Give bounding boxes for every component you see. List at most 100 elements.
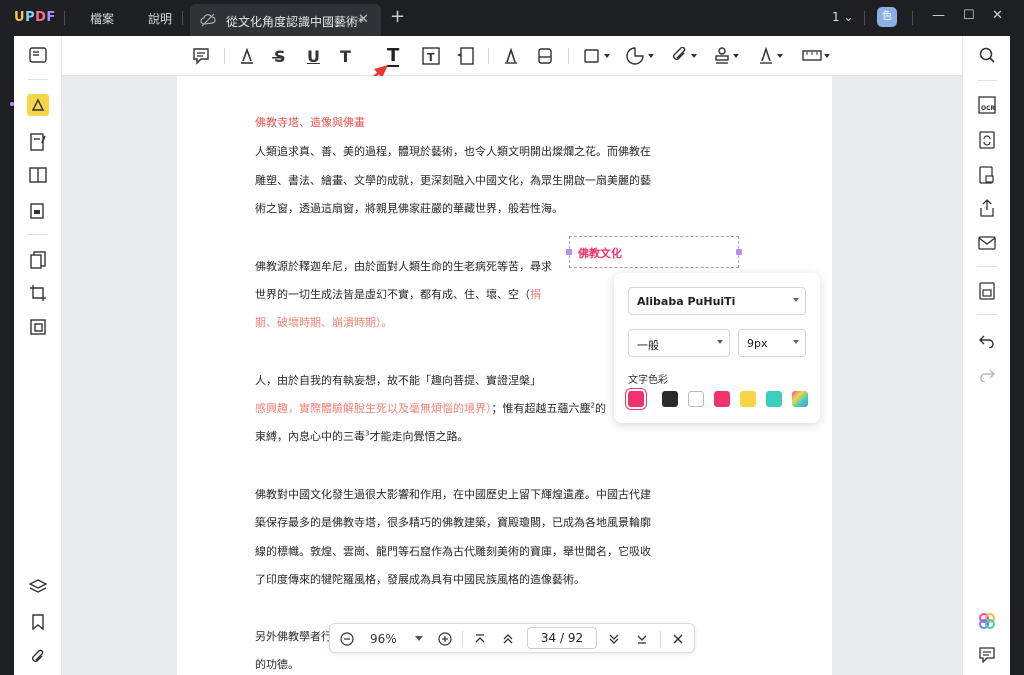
divider [977, 266, 997, 267]
redo-icon[interactable] [976, 364, 998, 386]
zoom-in-icon[interactable] [436, 630, 454, 648]
zoom-dropdown-icon[interactable] [414, 630, 424, 648]
text-segment: 才能走向覺悟之路。 [369, 430, 469, 443]
sticker-icon[interactable] [626, 45, 656, 67]
resize-handle[interactable] [736, 249, 742, 255]
first-page-icon[interactable] [472, 630, 488, 648]
font-size-value: 9px [747, 337, 768, 350]
next-page-icon[interactable] [606, 630, 622, 648]
stamp-icon[interactable] [714, 45, 742, 67]
text-callout-icon[interactable] [456, 45, 474, 67]
text-segment: 束縛，內息心中的三毒 [255, 430, 365, 443]
strikethrough-icon[interactable]: S̶ [274, 45, 286, 67]
shape-icon[interactable] [584, 45, 612, 67]
text-line: 世界的一切生成法皆是虛幻不實，都有成、住、壞、空（捐 [255, 286, 541, 302]
minimize-icon[interactable]: — [932, 8, 945, 23]
menu-help[interactable]: 說明 [148, 10, 172, 27]
ai-assistant-icon[interactable] [976, 610, 998, 632]
convert-icon[interactable] [976, 129, 998, 151]
comment-icon[interactable] [192, 45, 210, 67]
left-sidebar [14, 36, 62, 675]
text-line: 了印度傳來的犍陀羅風格，發展成為具有中國民族風格的造像藝術。 [255, 573, 585, 586]
resize-handle[interactable] [566, 249, 572, 255]
save-icon[interactable] [976, 280, 998, 302]
textbox-content[interactable]: 佛教文化 [578, 245, 622, 261]
edit-pdf-icon[interactable] [27, 131, 49, 153]
text-line: 期、破壞時期、崩潰時期）。 [255, 316, 393, 329]
protect-icon[interactable] [976, 164, 998, 186]
active-indicator [10, 102, 14, 106]
window-count[interactable]: 1 ⌄ [832, 10, 854, 24]
app-logo: UPDF [14, 10, 56, 25]
search-icon[interactable] [976, 44, 998, 66]
text-line: 築保存最多的是佛教寺塔，很多精巧的佛教建築，寶殿瓊閣，已成為各地風景輪廓 [255, 516, 651, 529]
color-swatch-selected[interactable] [625, 388, 647, 410]
text-segment: 捐 [530, 288, 541, 301]
text-line: 的功德。 [255, 658, 299, 671]
share-icon[interactable] [976, 197, 998, 219]
prev-page-icon[interactable] [500, 630, 516, 648]
close-icon[interactable] [670, 630, 686, 648]
color-picker-icon[interactable] [792, 391, 808, 407]
comments-panel-icon[interactable] [976, 644, 998, 666]
color-swatch-pink[interactable] [714, 391, 730, 407]
color-swatch-teal[interactable] [766, 391, 782, 407]
color-swatch-white[interactable] [688, 391, 704, 407]
ocr-icon[interactable]: OCR [976, 94, 998, 116]
font-family-select[interactable]: Alibaba PuHuiTi [628, 287, 806, 315]
zoom-out-icon[interactable] [338, 630, 356, 648]
last-page-icon[interactable] [634, 630, 650, 648]
page-number-input[interactable]: 34 / 92 [527, 627, 597, 649]
color-swatch-black[interactable] [662, 391, 678, 407]
tab-close-button[interactable]: ✕ [358, 12, 369, 27]
divider [28, 79, 48, 80]
undo-icon[interactable] [976, 330, 998, 352]
section-heading: 佛教寺塔、造像與佛畫 [255, 116, 365, 129]
text-segment: 感興趣，實際體驗解脫生死以及毫無煩惱的境界） [255, 402, 492, 415]
divider [912, 11, 913, 25]
font-weight-select[interactable]: 一般 [628, 329, 730, 357]
reader-icon[interactable] [27, 44, 49, 66]
zoom-level[interactable]: 96% [370, 630, 397, 648]
document-area: S̶ U T T T 佛教寺塔、造像與佛畫 人類追求真、善、美的過程，體現於藝術… [62, 36, 962, 675]
divider [660, 631, 661, 647]
comment-highlight-icon[interactable] [27, 94, 49, 116]
font-size-select[interactable]: 9px [738, 329, 806, 357]
compare-icon[interactable] [27, 316, 49, 338]
signature-icon[interactable] [758, 45, 786, 67]
highlight-icon[interactable] [238, 45, 256, 67]
eraser-icon[interactable] [536, 45, 554, 67]
attachment-tool-icon[interactable] [672, 45, 700, 67]
underline-icon[interactable]: U [307, 45, 320, 67]
pencil-icon[interactable] [502, 45, 520, 67]
document-tab[interactable]: 從文化角度認識中國藝術* ✕ [190, 4, 381, 36]
form-icon[interactable] [27, 199, 49, 221]
maximize-icon[interactable]: ☐ [963, 8, 975, 23]
text-segment: ；惟有超越五蘊六塵 [491, 402, 591, 415]
text-line: 線的標幟。敦煌、雲崗、龍門等石窟作為古代雕刻美術的寶庫，舉世聞名，它吸收 [255, 545, 651, 558]
text-line: 雕塑、書法、繪畫、文學的成就，更深刻融入中國文化，為眾生開啟一扇美麗的藝 [255, 174, 651, 187]
attachment-icon[interactable] [27, 646, 49, 668]
email-icon[interactable] [976, 232, 998, 254]
close-icon[interactable]: ✕ [992, 8, 1003, 23]
chevron-down-icon [717, 340, 723, 344]
new-tab-button[interactable]: + [390, 6, 405, 27]
organize-pages-icon[interactable] [27, 249, 49, 271]
color-swatch-yellow[interactable] [740, 391, 756, 407]
window-count-value: 1 [832, 10, 840, 24]
divider [462, 631, 463, 647]
crop-icon[interactable] [27, 282, 49, 304]
divider [488, 48, 489, 64]
layers-icon[interactable] [27, 576, 49, 598]
font-family-value: Alibaba PuHuiTi [637, 295, 736, 308]
divider [568, 48, 569, 64]
avatar[interactable]: 色 [877, 7, 897, 27]
divider [64, 11, 65, 25]
measure-icon[interactable] [802, 45, 832, 67]
selected-textbox[interactable]: 佛教文化 [566, 236, 742, 268]
page-layout-icon[interactable] [27, 164, 49, 186]
menu-file[interactable]: 檔案 [90, 10, 114, 27]
bookmark-icon[interactable] [27, 611, 49, 633]
window-edge [1010, 36, 1024, 675]
textbox-icon[interactable]: T [422, 45, 440, 67]
